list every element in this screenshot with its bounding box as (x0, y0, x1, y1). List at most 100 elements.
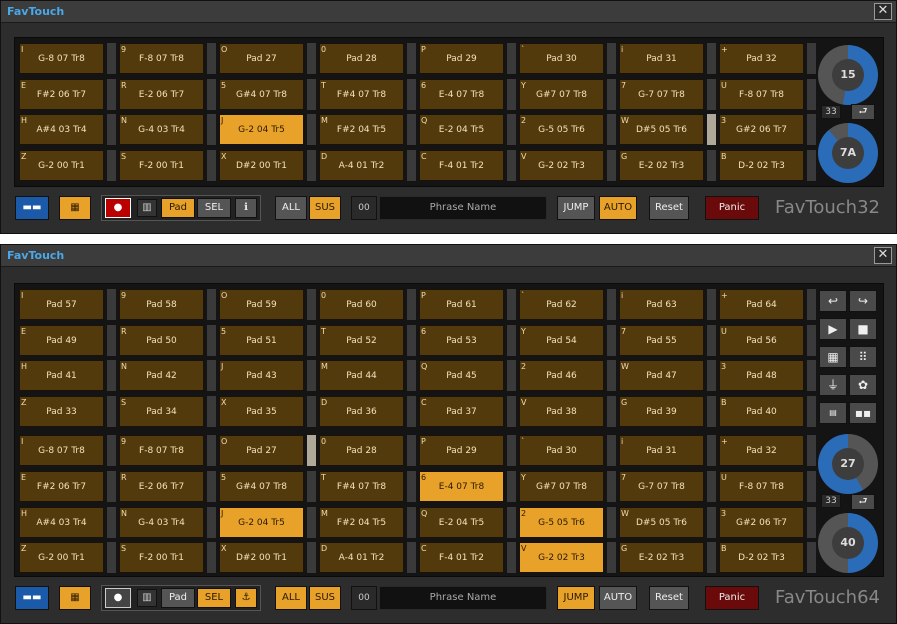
pad-level-strip[interactable] (507, 114, 516, 146)
record-button[interactable]: ● (105, 588, 131, 608)
pad-level-strip[interactable] (407, 435, 416, 467)
pad-button[interactable]: + Pad 32 (719, 43, 804, 74)
pad-button[interactable]: 7 G-7 07 Tr8 (619, 471, 704, 502)
pad-button[interactable]: M Pad 44 (319, 360, 404, 392)
pad-level-strip[interactable] (107, 395, 116, 427)
pad-button[interactable]: V G-2 02 Tr3 (519, 542, 604, 574)
pad-button[interactable]: X Pad 35 (219, 395, 304, 427)
pad-level-strip[interactable] (507, 435, 516, 467)
pad-button[interactable]: Y G#7 07 Tr8 (519, 471, 604, 502)
pad-level-strip[interactable] (207, 114, 216, 146)
pad-level-strip[interactable] (207, 471, 216, 502)
phrase-number[interactable]: 00 (351, 196, 377, 220)
pad-button[interactable]: Q E-2 04 Tr5 (419, 506, 504, 538)
pad-level-strip[interactable] (107, 471, 116, 502)
record-button[interactable]: ● (105, 198, 131, 218)
pad-button[interactable]: G E-2 02 Tr3 (619, 149, 704, 181)
knob-lower[interactable]: 7A (818, 123, 878, 183)
pad-level-strip[interactable] (107, 542, 116, 574)
reset-button[interactable]: Reset (649, 586, 689, 610)
pad-level-strip[interactable] (507, 542, 516, 574)
pad-level-strip[interactable] (607, 324, 616, 356)
pad-button[interactable]: I G-8 07 Tr8 (19, 435, 104, 467)
pad-level-strip[interactable] (807, 542, 816, 574)
all-button[interactable]: ALL (275, 196, 307, 220)
knob-upper[interactable]: 15 (818, 45, 878, 105)
pad-mode-button[interactable]: Pad (161, 588, 195, 608)
pad-level-strip[interactable] (407, 324, 416, 356)
pad-level-strip[interactable] (807, 395, 816, 427)
pad-level-strip[interactable] (807, 324, 816, 356)
pad-level-strip[interactable] (607, 471, 616, 502)
pad-button[interactable]: P Pad 29 (419, 435, 504, 467)
pad-button[interactable]: 6 E-4 07 Tr8 (419, 471, 504, 502)
close-button[interactable]: ✕ (874, 3, 892, 20)
pattern-icon[interactable]: ▦ (819, 346, 847, 368)
pad-level-strip[interactable] (807, 289, 816, 320)
pad-button[interactable]: J G-2 04 Tr5 (219, 114, 304, 146)
layout-toggle-button[interactable]: ▬▬ (15, 196, 49, 220)
auto-button[interactable]: AUTO (599, 196, 637, 220)
pad-button[interactable]: E F#2 06 Tr7 (19, 78, 104, 110)
pad-button[interactable]: G Pad 39 (619, 395, 704, 427)
pad-level-strip[interactable] (707, 542, 716, 574)
pad-level-strip[interactable] (307, 43, 316, 74)
pad-button[interactable]: V Pad 38 (519, 395, 604, 427)
pad-level-strip[interactable] (507, 360, 516, 392)
pad-level-strip[interactable] (107, 149, 116, 181)
pad-level-strip[interactable] (607, 435, 616, 467)
pad-level-strip[interactable] (307, 435, 316, 467)
pad-level-strip[interactable] (807, 360, 816, 392)
pad-level-strip[interactable] (607, 395, 616, 427)
pad-level-strip[interactable] (607, 542, 616, 574)
pad-button[interactable]: Q E-2 04 Tr5 (419, 114, 504, 146)
pad-level-strip[interactable] (407, 471, 416, 502)
grid-icon[interactable]: ▦ (59, 586, 91, 610)
pad-button[interactable]: ` Pad 30 (519, 43, 604, 74)
pad-level-strip[interactable] (407, 360, 416, 392)
pad-level-strip[interactable] (407, 43, 416, 74)
pad-level-strip[interactable] (607, 149, 616, 181)
phrase-icon[interactable]: ▤ (819, 402, 847, 424)
phrase-name-field[interactable]: Phrase Name (379, 586, 547, 610)
pad-button[interactable]: S Pad 34 (119, 395, 204, 427)
palette-icon[interactable]: ✿ (849, 374, 877, 396)
pad-button[interactable]: Q Pad 45 (419, 360, 504, 392)
pad-button[interactable]: 5 Pad 51 (219, 324, 304, 356)
pad-button[interactable]: + Pad 64 (719, 289, 804, 320)
pad-button[interactable]: J Pad 43 (219, 360, 304, 392)
phrase-number[interactable]: 00 (351, 586, 377, 610)
pad-level-strip[interactable] (707, 324, 716, 356)
pad-button[interactable]: H A#4 03 Tr4 (19, 114, 104, 146)
pad-button[interactable]: 2 G-5 05 Tr6 (519, 114, 604, 146)
pad-button[interactable]: W Pad 47 (619, 360, 704, 392)
pad-level-strip[interactable] (607, 360, 616, 392)
pad-button[interactable]: I G-8 07 Tr8 (19, 43, 104, 74)
sel-mode-button[interactable]: SEL (197, 588, 231, 608)
pad-level-strip[interactable] (207, 395, 216, 427)
pad-button[interactable]: 3 G#2 06 Tr7 (719, 114, 804, 146)
pad-button[interactable]: U F-8 07 Tr8 (719, 78, 804, 110)
pad-level-strip[interactable] (607, 78, 616, 110)
pad-button[interactable]: i Pad 31 (619, 435, 704, 467)
dots-grid-icon[interactable]: ⠿ (849, 346, 877, 368)
pad-level-strip[interactable] (307, 542, 316, 574)
blocks-icon[interactable]: ▪▪ (849, 402, 877, 424)
pad-level-strip[interactable] (507, 506, 516, 538)
pad-button[interactable]: 9 F-8 07 Tr8 (119, 435, 204, 467)
pad-level-strip[interactable] (707, 471, 716, 502)
pad-button[interactable]: T Pad 52 (319, 324, 404, 356)
pad-level-strip[interactable] (207, 324, 216, 356)
pad-level-strip[interactable] (807, 471, 816, 502)
pad-level-strip[interactable] (107, 78, 116, 110)
pad-level-strip[interactable] (507, 471, 516, 502)
pad-level-strip[interactable] (107, 506, 116, 538)
sus-button[interactable]: SUS (309, 196, 341, 220)
info-icon[interactable]: ℹ (235, 198, 257, 218)
title-bar[interactable]: FavTouch ✕ (1, 1, 896, 23)
pad-level-strip[interactable] (107, 435, 116, 467)
pad-level-strip[interactable] (707, 360, 716, 392)
pad-level-strip[interactable] (107, 289, 116, 320)
pad-button[interactable]: i Pad 63 (619, 289, 704, 320)
play-icon[interactable]: ▶ (819, 318, 847, 340)
